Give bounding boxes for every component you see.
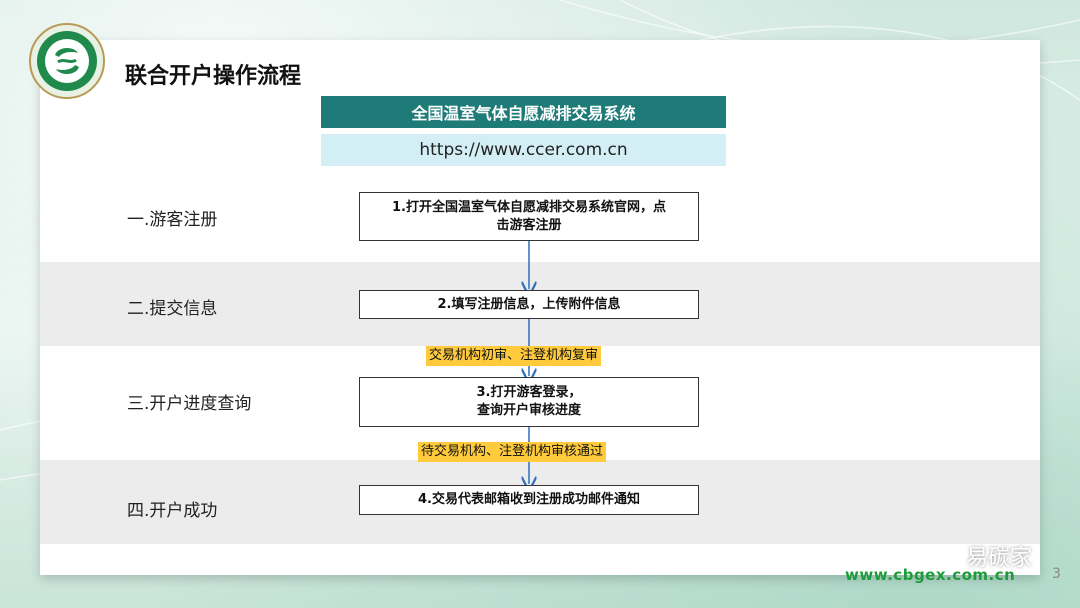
step-3-line-2: 查询开户审核进度 bbox=[476, 403, 581, 418]
step-4-line-1: 4.交易代表邮箱收到注册成功邮件通知 bbox=[418, 492, 640, 507]
step-3-line-1: 3.打开游客登录， bbox=[476, 385, 582, 400]
step-box-2: 2.填写注册信息，上传附件信息 bbox=[359, 290, 699, 319]
step-box-3: 3.打开游客登录， 查询开户审核进度 bbox=[359, 377, 699, 427]
stage-label-1: 一.游客注册 bbox=[127, 210, 218, 230]
page-number: 3 bbox=[1052, 566, 1061, 582]
note-first-review: 交易机构初审、注登机构复审 bbox=[426, 346, 602, 366]
organization-seal-icon bbox=[29, 23, 105, 99]
footer-website[interactable]: www.cbgex.com.cn bbox=[845, 566, 1015, 584]
stage-label-3: 三.开户进度查询 bbox=[127, 394, 252, 414]
step-1-line-2: 击游客注册 bbox=[496, 217, 562, 233]
page-title: 联合开户操作流程 bbox=[125, 64, 302, 89]
step-1-line-1: 1.打开全国温室气体自愿减排交易系统官网，点 bbox=[392, 199, 666, 215]
note-review-pass: 待交易机构、注登机构审核通过 bbox=[418, 442, 607, 462]
stage-label-4: 四.开户成功 bbox=[127, 501, 218, 521]
step-2-line-1: 2.填写注册信息，上传附件信息 bbox=[437, 296, 621, 312]
stage-label-2: 二.提交信息 bbox=[127, 299, 218, 319]
system-url-banner[interactable]: https://www.ccer.com.cn bbox=[321, 134, 726, 166]
step-box-1: 1.打开全国温室气体自愿减排交易系统官网，点 击游客注册 bbox=[359, 192, 699, 241]
step-box-4: 4.交易代表邮箱收到注册成功邮件通知 bbox=[359, 485, 699, 515]
system-name-banner: 全国温室气体自愿减排交易系统 bbox=[321, 96, 726, 128]
